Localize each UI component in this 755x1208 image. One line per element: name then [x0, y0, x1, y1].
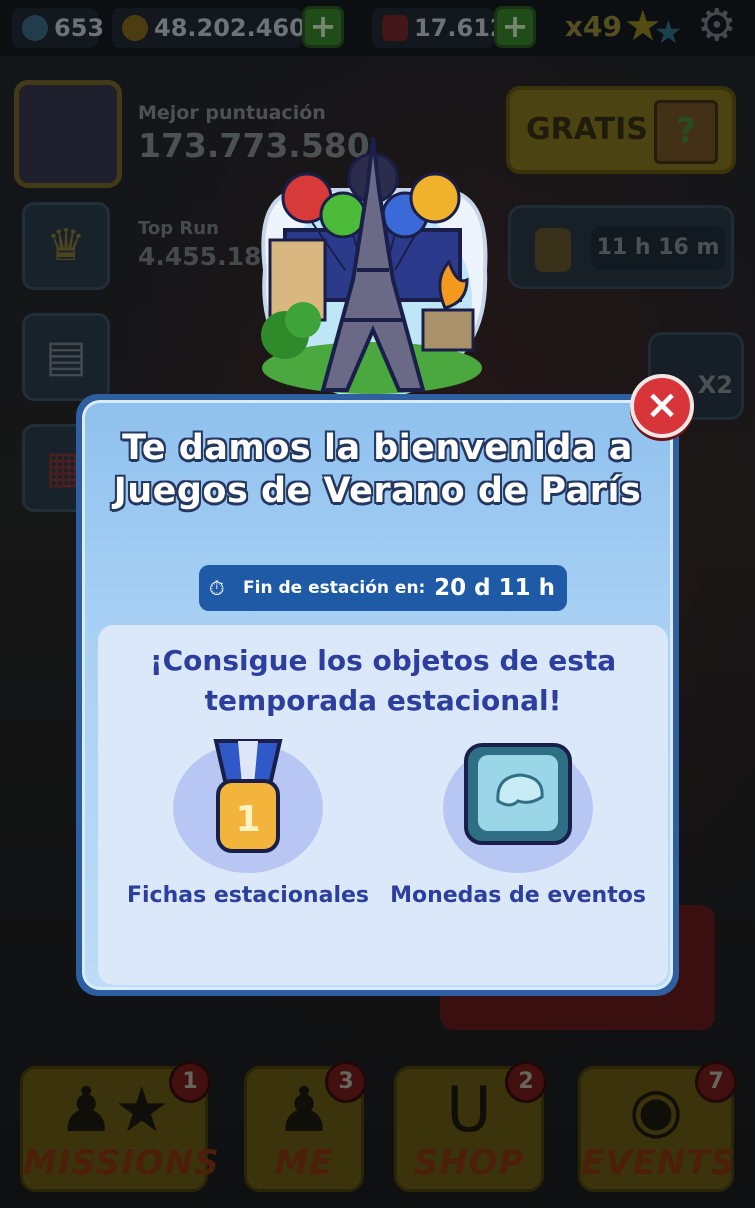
- medal-icon: 1: [213, 739, 283, 853]
- event-coin-icon: [464, 743, 572, 845]
- seasonal-tokens-label: Fichas estacionales: [126, 883, 369, 908]
- season-end-value: 20 d 11 h: [434, 575, 555, 601]
- modal-body: Te damos la bienvenida a Juegos de Veran…: [82, 400, 673, 990]
- seasonal-tokens-item: 1 Fichas estacionales: [118, 739, 378, 943]
- close-button[interactable]: ×: [630, 374, 694, 438]
- season-items-panel: ¡Consigue los objetos de esta temporada …: [98, 625, 668, 985]
- season-end-label: Fin de estación en:: [243, 578, 426, 598]
- svg-text:1: 1: [235, 799, 260, 840]
- season-end-bar: ⏱ Fin de estación en: 20 d 11 h: [199, 565, 567, 611]
- event-coins-item: Monedas de eventos: [388, 743, 648, 943]
- modal-title: Te damos la bienvenida a Juegos de Veran…: [113, 428, 642, 511]
- welcome-season-modal: Te damos la bienvenida a Juegos de Veran…: [76, 394, 679, 996]
- paris-eiffel-tower-illustration: [261, 137, 488, 400]
- event-coins-label: Monedas de eventos: [390, 883, 646, 908]
- stopwatch-icon: ⏱: [209, 576, 225, 600]
- season-items-subtitle: ¡Consigue los objetos de esta temporada …: [149, 644, 617, 717]
